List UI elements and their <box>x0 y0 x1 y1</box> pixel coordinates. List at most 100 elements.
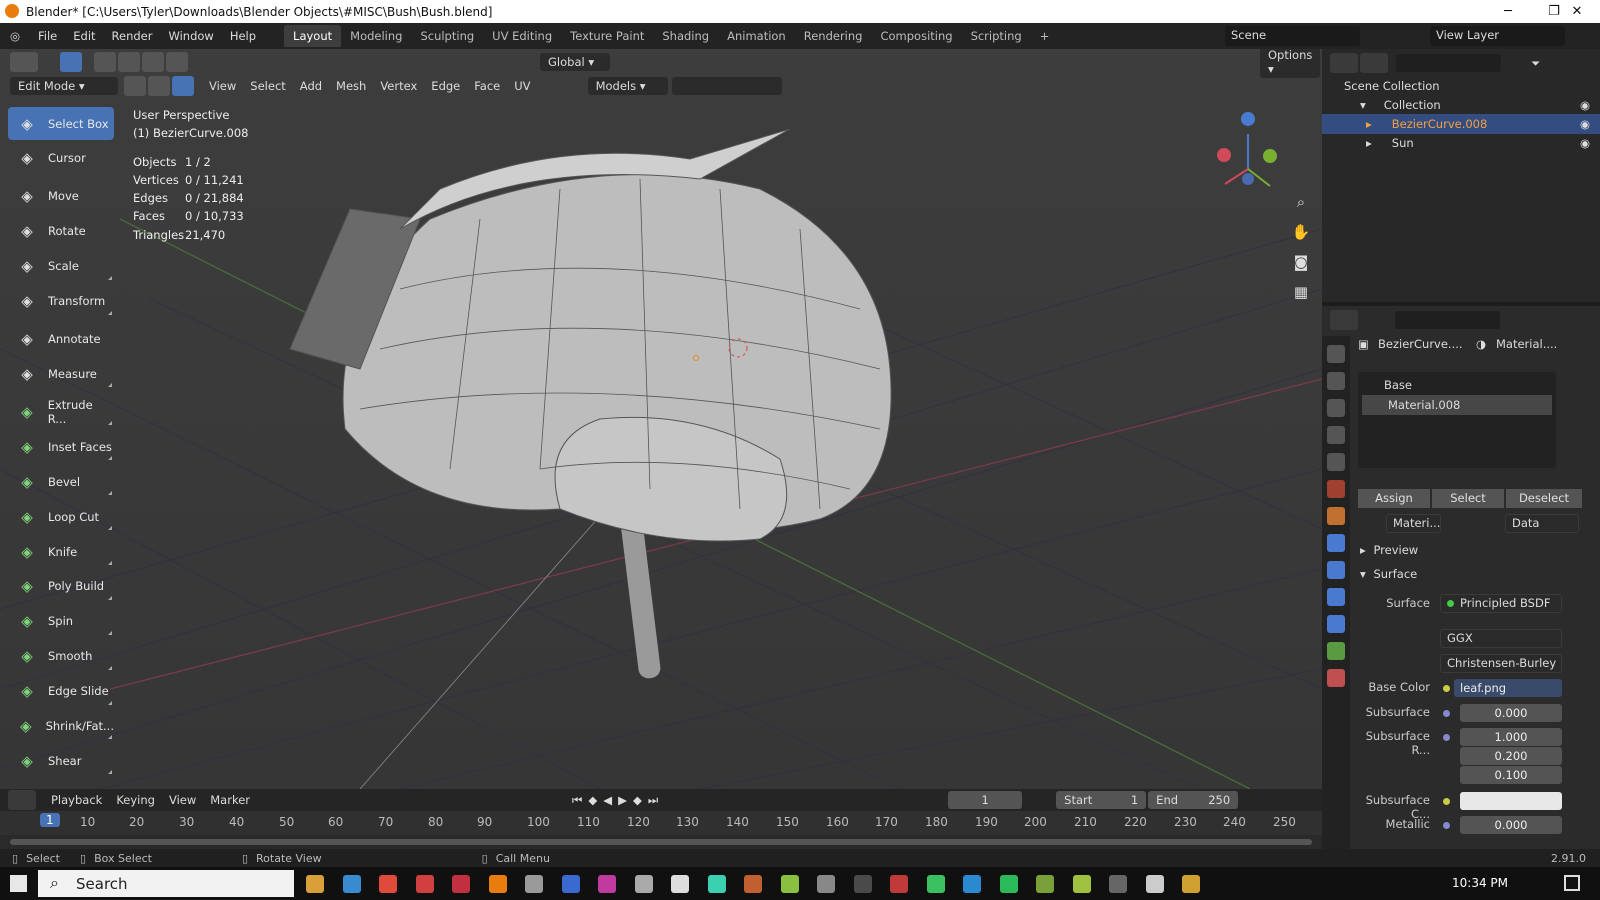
modifier-tab-icon[interactable] <box>1327 534 1345 552</box>
tool-extrude-r[interactable]: ◈ Extrude R... <box>8 395 114 428</box>
display-mode-icon[interactable] <box>1360 53 1388 73</box>
timeline-menu-view[interactable]: View <box>162 791 203 809</box>
menu-file[interactable]: File <box>30 29 65 43</box>
taskbar-app-icon[interactable] <box>854 875 872 893</box>
viewport-search-input[interactable] <box>671 77 782 95</box>
material-slot-008[interactable]: Material.008 <box>1362 395 1552 415</box>
tool-inset-faces[interactable]: ◈ Inset Faces <box>8 430 114 463</box>
timeline-menu-marker[interactable]: Marker <box>203 791 257 809</box>
socket-dot[interactable] <box>1443 710 1450 717</box>
taskbar-app-icon[interactable] <box>1146 875 1164 893</box>
taskbar-app-icon[interactable] <box>598 875 616 893</box>
socket-dot[interactable] <box>1443 734 1450 741</box>
outliner-editor-icon[interactable] <box>1330 53 1358 73</box>
tab-sculpting[interactable]: Sculpting <box>411 25 483 47</box>
select-new-icon[interactable] <box>94 52 116 72</box>
taskbar-app-icon[interactable] <box>744 875 762 893</box>
tool-poly-build[interactable]: ◈ Poly Build <box>8 570 114 603</box>
jump-start-icon[interactable]: ⏮ <box>572 793 582 808</box>
taskbar-app-icon[interactable] <box>927 875 945 893</box>
prev-key-icon[interactable]: ◆ <box>588 793 597 808</box>
end-frame-field[interactable]: End 250 <box>1148 791 1239 809</box>
select-intersect-icon[interactable] <box>166 52 188 72</box>
close-button[interactable]: ✕ <box>1554 0 1600 23</box>
scene-tab-icon[interactable] <box>1327 453 1345 471</box>
visibility-eye-icon[interactable]: ◉ <box>1580 98 1590 112</box>
taskbar-app-icon[interactable] <box>306 875 324 893</box>
render-tab-icon[interactable] <box>1327 372 1345 390</box>
tab-animation[interactable]: Animation <box>718 25 795 47</box>
viewport-menu-vertex[interactable]: Vertex <box>373 77 424 95</box>
tool-shrink-fat[interactable]: ◈ Shrink/Fat... <box>8 709 114 742</box>
start-frame-field[interactable]: Start 1 <box>1056 791 1147 809</box>
tool-loop-cut[interactable]: ◈ Loop Cut <box>8 500 114 533</box>
taskbar-app-icon[interactable] <box>489 875 507 893</box>
blender-menu-icon[interactable]: ◎ <box>10 29 30 43</box>
minimize-button[interactable]: ─ <box>1485 0 1531 23</box>
tab--[interactable]: + <box>1031 25 1059 47</box>
taskbar-app-icon[interactable] <box>416 875 434 893</box>
tab-shading[interactable]: Shading <box>653 25 718 47</box>
physics-tab-icon[interactable] <box>1327 588 1345 606</box>
viewport-menu-mesh[interactable]: Mesh <box>329 77 373 95</box>
viewport-menu-add[interactable]: Add <box>293 77 329 95</box>
tool-annotate[interactable]: ◈ Annotate <box>8 323 114 356</box>
constraints-tab-icon[interactable] <box>1327 615 1345 633</box>
taskbar-app-icon[interactable] <box>1073 875 1091 893</box>
tool-move[interactable]: ◈ Move <box>8 180 114 213</box>
deselect-button[interactable]: Deselect <box>1506 489 1582 508</box>
scene-selector[interactable]: Scene <box>1225 26 1360 46</box>
collection-row[interactable]: ▾ Collection ◉ <box>1322 95 1600 115</box>
distribution-dropdown[interactable]: GGX <box>1440 629 1562 648</box>
taskbar-app-icon[interactable] <box>343 875 361 893</box>
tab-scripting[interactable]: Scripting <box>962 25 1031 47</box>
outliner-item-beziercurve[interactable]: ▸ BezierCurve.008 ◉ <box>1322 114 1600 134</box>
taskbar-app-icon[interactable] <box>379 875 397 893</box>
tool-smooth[interactable]: ◈ Smooth <box>8 640 114 673</box>
tab-layout[interactable]: Layout <box>284 25 342 47</box>
tool-knife[interactable]: ◈ Knife <box>8 535 114 568</box>
surface-shader-field[interactable]: Principled BSDF <box>1440 594 1562 613</box>
object-tab-icon[interactable] <box>1327 507 1345 525</box>
models-dropdown[interactable]: Models ▾ <box>587 77 668 95</box>
view-layer-tab-icon[interactable] <box>1327 426 1345 444</box>
viewport-menu-edge[interactable]: Edge <box>424 77 467 95</box>
socket-dot[interactable] <box>1443 822 1450 829</box>
jump-end-icon[interactable]: ⏭ <box>648 793 658 808</box>
current-frame-field[interactable]: 1 <box>948 791 1023 809</box>
zoom-icon[interactable]: ⌕ <box>1290 193 1312 215</box>
timeline-menu-playback[interactable]: Playback <box>44 791 109 809</box>
3d-viewport[interactable]: Global ▾ Options ▾ Edit Mode ▾ View Selec… <box>0 49 1322 789</box>
vertex-select-icon[interactable] <box>124 76 146 96</box>
output-tab-icon[interactable] <box>1327 399 1345 417</box>
field-4[interactable]: 0.100 <box>1460 766 1562 784</box>
data-tab-icon[interactable] <box>1327 642 1345 660</box>
taskbar-app-icon[interactable] <box>525 875 543 893</box>
frame-ruler[interactable]: 1 10 20 30 40 50 60 70 80 90 100 110 120 130 140 150 160… <box>0 811 1322 835</box>
camera-icon[interactable]: ◙ <box>1290 253 1312 275</box>
tool-select-box[interactable]: ◈ Select Box <box>8 107 114 140</box>
tool-scale[interactable]: ◈ Scale <box>8 250 114 283</box>
play-icon[interactable]: ▶ <box>618 793 627 808</box>
taskbar-app-icon[interactable] <box>708 875 726 893</box>
subsurface-method-dropdown[interactable]: Christensen-Burley <box>1440 654 1562 673</box>
tab-uv-editing[interactable]: UV Editing <box>483 25 561 47</box>
taskbar-app-icon[interactable] <box>817 875 835 893</box>
timeline-editor-icon[interactable] <box>8 790 36 810</box>
taskbar-app-icon[interactable] <box>562 875 580 893</box>
tool-cursor[interactable]: ◈ Cursor <box>8 142 114 175</box>
taskbar-app-icon[interactable] <box>963 875 981 893</box>
play-reverse-icon[interactable]: ◀ <box>603 793 612 808</box>
windows-start-icon[interactable] <box>10 875 27 892</box>
tab-compositing[interactable]: Compositing <box>871 25 961 47</box>
taskbar-app-icon[interactable] <box>1000 875 1018 893</box>
scene-collection-row[interactable]: Scene Collection <box>1322 76 1600 96</box>
menu-edit[interactable]: Edit <box>65 29 103 43</box>
viewport-menu-uv[interactable]: UV <box>507 77 537 95</box>
viewport-menu-face[interactable]: Face <box>467 77 507 95</box>
orientation-dropdown[interactable]: Global ▾ <box>540 53 610 71</box>
tool-spin[interactable]: ◈ Spin <box>8 605 114 638</box>
material-tab-icon[interactable] <box>1327 669 1345 687</box>
taskbar-app-icon[interactable] <box>635 875 653 893</box>
visibility-eye-icon[interactable]: ◉ <box>1580 136 1590 150</box>
